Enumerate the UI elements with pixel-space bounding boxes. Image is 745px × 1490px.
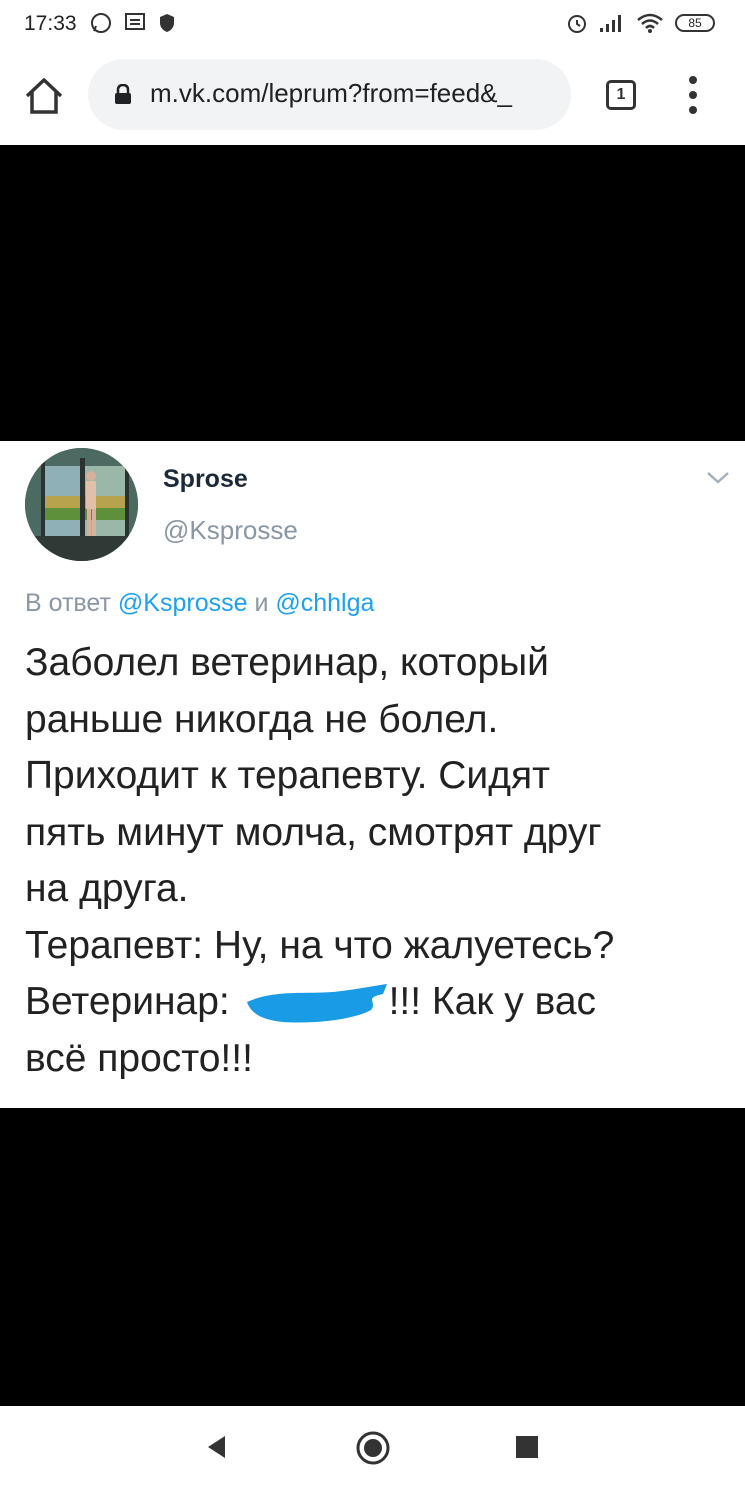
alarm-icon	[568, 15, 586, 33]
tweet-line: Ветеринар: !!! Как у вас	[25, 974, 735, 1031]
tweet-card: Sprose @Ksprosse В ответ @Ksprosse и @ch…	[0, 441, 745, 1108]
recents-icon[interactable]	[516, 1436, 538, 1458]
shield-icon	[160, 14, 174, 32]
tweet-line: пять минут молча, смотрят друг	[25, 810, 602, 854]
black-image-area-top	[0, 145, 745, 441]
tab-switcher-icon[interactable]: 1	[606, 80, 636, 110]
whatsapp-icon	[91, 13, 111, 33]
tweet-body: Заболел ветеринар, который раньше никогд…	[25, 635, 735, 1087]
tweet-line: Заболел ветеринар, который	[25, 641, 549, 684]
reply-prefix: В ответ	[25, 589, 111, 617]
signal-icon	[600, 15, 621, 32]
tweet-line: Терапевт: Ну, на что жалуетесь?	[25, 923, 615, 967]
battery-icon: 85	[675, 14, 715, 32]
wifi-icon	[637, 13, 663, 33]
tweet-line: всё просто!!!	[25, 1036, 253, 1080]
navigation-bar	[0, 1406, 745, 1490]
censor-scribble	[246, 983, 387, 1023]
status-bar: 17:33 85	[0, 0, 745, 48]
author-handle[interactable]: @Ksprosse	[163, 515, 298, 546]
home-icon[interactable]	[355, 1430, 391, 1466]
black-image-area-bottom	[0, 1108, 745, 1406]
avatar[interactable]	[25, 448, 138, 561]
home-icon[interactable]	[22, 76, 66, 116]
url-text: m.vk.com/leprum?from=feed&_	[150, 78, 512, 108]
message-icon	[125, 13, 145, 30]
tweet-line: на друга.	[25, 867, 189, 910]
back-icon[interactable]	[205, 1434, 227, 1460]
mention-link[interactable]: @chhlga	[275, 589, 374, 617]
author-name[interactable]: Sprose	[163, 465, 248, 494]
tweet-line: раньше никогда не болел.	[25, 697, 499, 741]
mention-link[interactable]: @Ksprosse	[118, 589, 248, 617]
chevron-down-icon[interactable]	[706, 471, 730, 485]
lock-icon	[115, 84, 131, 104]
tweet-line-part: Ветеринар:	[25, 980, 241, 1023]
tweet-line-part: !!! Как у вас	[388, 980, 597, 1023]
address-bar[interactable]: m.vk.com/leprum?from=feed&_	[88, 59, 571, 130]
browser-toolbar: m.vk.com/leprum?from=feed&_ 1	[0, 48, 745, 145]
reply-conjunction: и	[254, 589, 269, 617]
reply-context: В ответ @Ksprosse и @chhlga	[25, 589, 374, 618]
more-menu-icon[interactable]	[682, 76, 704, 116]
status-time: 17:33	[24, 12, 77, 35]
tweet-line: Приходит к терапевту. Сидят	[25, 754, 550, 797]
